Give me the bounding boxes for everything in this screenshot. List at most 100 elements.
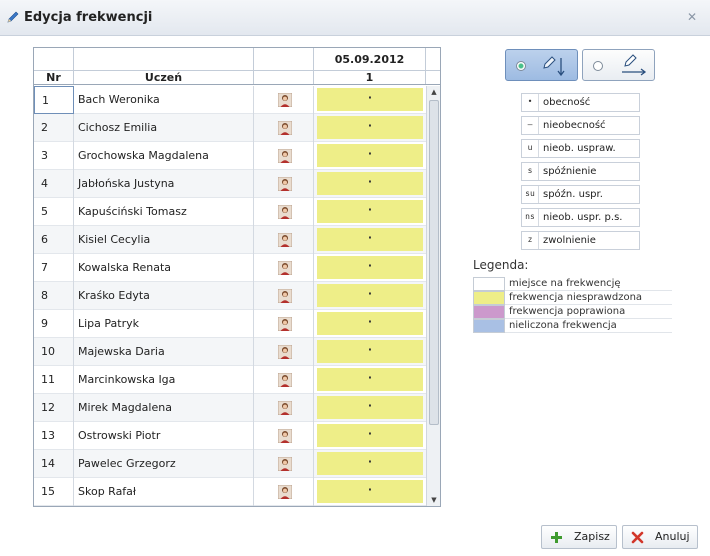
attendance-mark-cell[interactable]: · bbox=[317, 116, 423, 139]
header-blank-avatar bbox=[254, 48, 314, 70]
row-number[interactable]: 2 bbox=[34, 114, 74, 142]
student-avatar-icon[interactable] bbox=[278, 345, 292, 359]
attendance-code-item[interactable]: — nieobecność bbox=[521, 116, 640, 135]
attendance-code-item[interactable]: ns nieob. uspr. p.s. bbox=[521, 208, 640, 227]
mode-vertical-radio[interactable] bbox=[516, 61, 526, 71]
row-number[interactable]: 5 bbox=[34, 198, 74, 226]
student-avatar-icon[interactable] bbox=[278, 317, 292, 331]
legend-title: Legenda: bbox=[473, 258, 529, 272]
header-student[interactable]: Uczeń bbox=[74, 71, 254, 84]
legend-swatch bbox=[473, 305, 505, 319]
grid-rows: 1 Bach Weronika · 2 Cichosz Emilia · 3 Grochows… bbox=[34, 86, 426, 506]
mode-horizontal-radio[interactable] bbox=[593, 61, 603, 71]
mode-vertical-button[interactable] bbox=[505, 49, 578, 81]
attendance-mark-cell[interactable]: · bbox=[317, 312, 423, 335]
attendance-mark-cell[interactable]: · bbox=[317, 480, 423, 503]
row-number[interactable]: 7 bbox=[34, 254, 74, 282]
student-avatar-icon[interactable] bbox=[278, 485, 292, 499]
row-number[interactable]: 6 bbox=[34, 226, 74, 254]
grid-scrollbar[interactable]: ▲ ▼ bbox=[426, 86, 440, 506]
attendance-mark-cell[interactable]: · bbox=[317, 424, 423, 447]
attendance-code-symbol: — bbox=[522, 117, 539, 134]
scroll-down-icon[interactable]: ▼ bbox=[427, 494, 440, 506]
dialog-titlebar[interactable]: Edycja frekwencji ✕ bbox=[0, 0, 710, 36]
attendance-mark-cell[interactable]: · bbox=[317, 452, 423, 475]
table-row[interactable]: 11 Marcinkowska Iga · bbox=[34, 366, 426, 394]
student-avatar-icon[interactable] bbox=[278, 177, 292, 191]
row-avatar-cell bbox=[254, 198, 314, 226]
row-number[interactable]: 14 bbox=[34, 450, 74, 478]
student-avatar-icon[interactable] bbox=[278, 457, 292, 471]
row-avatar-cell bbox=[254, 310, 314, 338]
row-avatar-cell bbox=[254, 170, 314, 198]
attendance-mark-cell[interactable]: · bbox=[317, 340, 423, 363]
table-row[interactable]: 12 Mirek Magdalena · bbox=[34, 394, 426, 422]
attendance-mark-cell[interactable]: · bbox=[317, 284, 423, 307]
row-number[interactable]: 15 bbox=[34, 478, 74, 506]
row-student-name: Cichosz Emilia bbox=[74, 114, 254, 142]
close-icon[interactable]: ✕ bbox=[686, 11, 698, 23]
table-row[interactable]: 8 Kraśko Edyta · bbox=[34, 282, 426, 310]
table-row[interactable]: 13 Ostrowski Piotr · bbox=[34, 422, 426, 450]
attendance-code-label: nieob. uspr. p.s. bbox=[543, 212, 623, 223]
table-row[interactable]: 7 Kowalska Renata · bbox=[34, 254, 426, 282]
attendance-code-item[interactable]: su spóźn. uspr. bbox=[521, 185, 640, 204]
row-number[interactable]: 12 bbox=[34, 394, 74, 422]
table-row[interactable]: 10 Majewska Daria · bbox=[34, 338, 426, 366]
student-avatar-icon[interactable] bbox=[278, 149, 292, 163]
table-row[interactable]: 2 Cichosz Emilia · bbox=[34, 114, 426, 142]
row-number[interactable]: 3 bbox=[34, 142, 74, 170]
attendance-mark-cell[interactable]: · bbox=[317, 256, 423, 279]
attendance-code-item[interactable]: z zwolnienie bbox=[521, 231, 640, 250]
table-row[interactable]: 15 Skop Rafał · bbox=[34, 478, 426, 506]
mode-horizontal-button[interactable] bbox=[582, 49, 655, 81]
row-student-name: Majewska Daria bbox=[74, 338, 254, 366]
table-row[interactable]: 6 Kisiel Cecylia · bbox=[34, 226, 426, 254]
attendance-mark-cell[interactable]: · bbox=[317, 396, 423, 419]
row-number[interactable]: 4 bbox=[34, 170, 74, 198]
attendance-mark-cell[interactable]: · bbox=[317, 368, 423, 391]
row-avatar-cell bbox=[254, 86, 314, 114]
table-row[interactable]: 14 Pawelec Grzegorz · bbox=[34, 450, 426, 478]
attendance-code-symbol: • bbox=[522, 94, 539, 111]
attendance-mark-cell[interactable]: · bbox=[317, 228, 423, 251]
row-number[interactable]: 1 bbox=[34, 86, 74, 114]
table-row[interactable]: 4 Jabłońska Justyna · bbox=[34, 170, 426, 198]
row-number[interactable]: 13 bbox=[34, 422, 74, 450]
attendance-code-item[interactable]: s spóźnienie bbox=[521, 162, 640, 181]
row-avatar-cell bbox=[254, 422, 314, 450]
row-number[interactable]: 9 bbox=[34, 310, 74, 338]
student-avatar-icon[interactable] bbox=[278, 93, 292, 107]
student-avatar-icon[interactable] bbox=[278, 429, 292, 443]
scroll-thumb[interactable] bbox=[429, 100, 439, 425]
row-attendance-cell: · bbox=[314, 366, 426, 394]
student-avatar-icon[interactable] bbox=[278, 121, 292, 135]
row-avatar-cell bbox=[254, 114, 314, 142]
attendance-mark-cell[interactable]: · bbox=[317, 88, 423, 111]
scroll-up-icon[interactable]: ▲ bbox=[427, 86, 440, 98]
legend-label: nieliczona frekwencja bbox=[509, 320, 617, 331]
attendance-mark-cell[interactable]: · bbox=[317, 200, 423, 223]
table-row[interactable]: 5 Kapuściński Tomasz · bbox=[34, 198, 426, 226]
student-avatar-icon[interactable] bbox=[278, 373, 292, 387]
attendance-mark-cell[interactable]: · bbox=[317, 172, 423, 195]
table-row[interactable]: 9 Lipa Patryk · bbox=[34, 310, 426, 338]
attendance-code-item[interactable]: u nieob. uspraw. bbox=[521, 139, 640, 158]
save-button[interactable]: Zapisz bbox=[541, 525, 617, 549]
row-number[interactable]: 10 bbox=[34, 338, 74, 366]
header-nr[interactable]: Nr bbox=[34, 71, 74, 84]
student-avatar-icon[interactable] bbox=[278, 289, 292, 303]
attendance-code-item[interactable]: • obecność bbox=[521, 93, 640, 112]
student-avatar-icon[interactable] bbox=[278, 205, 292, 219]
student-avatar-icon[interactable] bbox=[278, 401, 292, 415]
attendance-mark-cell[interactable]: · bbox=[317, 144, 423, 167]
row-number[interactable]: 8 bbox=[34, 282, 74, 310]
cancel-button[interactable]: Anuluj bbox=[622, 525, 698, 549]
row-student-name: Kapuściński Tomasz bbox=[74, 198, 254, 226]
save-button-label: Zapisz bbox=[574, 530, 610, 543]
row-number[interactable]: 11 bbox=[34, 366, 74, 394]
student-avatar-icon[interactable] bbox=[278, 261, 292, 275]
table-row[interactable]: 3 Grochowska Magdalena · bbox=[34, 142, 426, 170]
table-row[interactable]: 1 Bach Weronika · bbox=[34, 86, 426, 114]
student-avatar-icon[interactable] bbox=[278, 233, 292, 247]
